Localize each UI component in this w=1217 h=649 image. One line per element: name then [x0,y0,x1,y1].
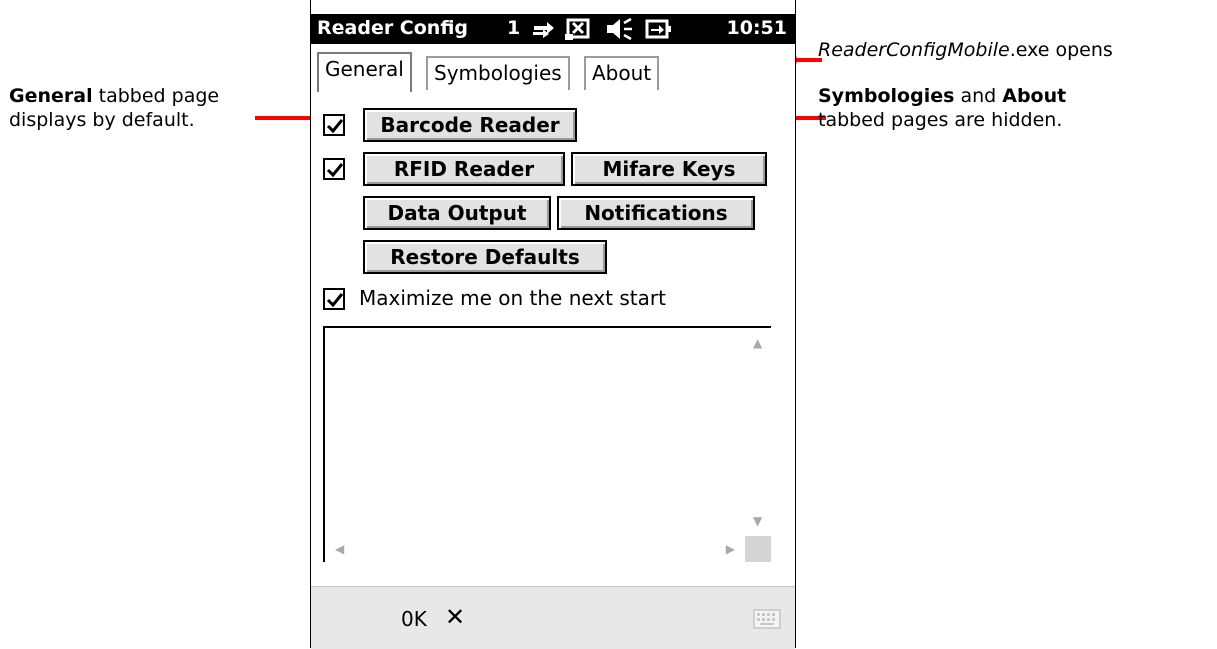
close-button[interactable]: ✕ [445,603,465,631]
barcode-reader-button[interactable]: Barcode Reader [363,108,577,142]
signal-indicator: 1 [507,17,521,39]
output-textarea[interactable]: ▲ ▼ ◀ ▶ [323,326,771,562]
scroll-right-icon[interactable]: ▶ [726,542,735,556]
general-annotation: General tabbed page displays by default. [9,84,219,132]
tab-symbologies[interactable]: Symbologies [426,56,570,90]
hidden-annotation-and: and [954,85,1003,107]
tab-about[interactable]: About [584,56,660,90]
scroll-down-icon[interactable]: ▼ [753,514,762,528]
hidden-tabs-annotation: Symbologies and About tabbed pages are h… [818,84,1066,132]
exe-opens-rest: .exe opens [1009,39,1113,61]
check-icon [326,163,344,178]
check-icon [326,119,344,134]
scroll-left-icon[interactable]: ◀ [335,542,344,556]
connection-icon[interactable] [565,17,593,41]
hidden-annotation-line2: tabbed pages are hidden. [818,109,1063,131]
ok-button[interactable]: 0K [401,607,427,631]
exe-name: ReaderConfigMobile [818,39,1010,61]
battery-charging-icon[interactable] [645,17,673,41]
sync-icon[interactable] [531,17,557,41]
keyboard-icon[interactable] [753,609,781,629]
maximize-checkbox[interactable] [323,288,345,310]
barcode-reader-checkbox[interactable] [323,114,345,136]
maximize-label: Maximize me on the next start [359,286,666,310]
tab-bar: General Symbologies About [311,44,795,92]
mifare-keys-button[interactable]: Mifare Keys [571,152,767,186]
hidden-annotation-bold2: About [1002,85,1067,107]
menu-bar: 0K ✕ [311,586,795,649]
vertical-scrollbar[interactable]: ▲ ▼ [745,328,771,534]
rfid-reader-button[interactable]: RFID Reader [363,152,565,186]
data-output-button[interactable]: Data Output [363,196,551,230]
rfid-reader-checkbox[interactable] [323,158,345,180]
general-annotation-rest: tabbed page [92,85,220,107]
device-screen: Reader Config 1 10:51 General Symbologie… [310,0,796,649]
hidden-annotation-bold1: Symbologies [818,85,955,107]
scroll-up-icon[interactable]: ▲ [753,336,762,350]
notifications-button[interactable]: Notifications [557,196,755,230]
volume-icon[interactable] [605,17,633,41]
restore-defaults-button[interactable]: Restore Defaults [363,240,607,274]
scroll-corner [745,536,771,562]
exe-opens-annotation: ReaderConfigMobile.exe opens [818,38,1113,62]
general-annotation-bold: General [9,85,93,107]
clock: 10:51 [726,17,787,39]
app-title: Reader Config [317,17,469,39]
tab-general[interactable]: General [317,52,412,92]
check-icon [326,293,344,308]
general-annotation-line2: displays by default. [9,109,195,131]
horizontal-scrollbar[interactable]: ◀ ▶ [325,536,745,562]
status-bar: Reader Config 1 10:51 [311,14,795,44]
